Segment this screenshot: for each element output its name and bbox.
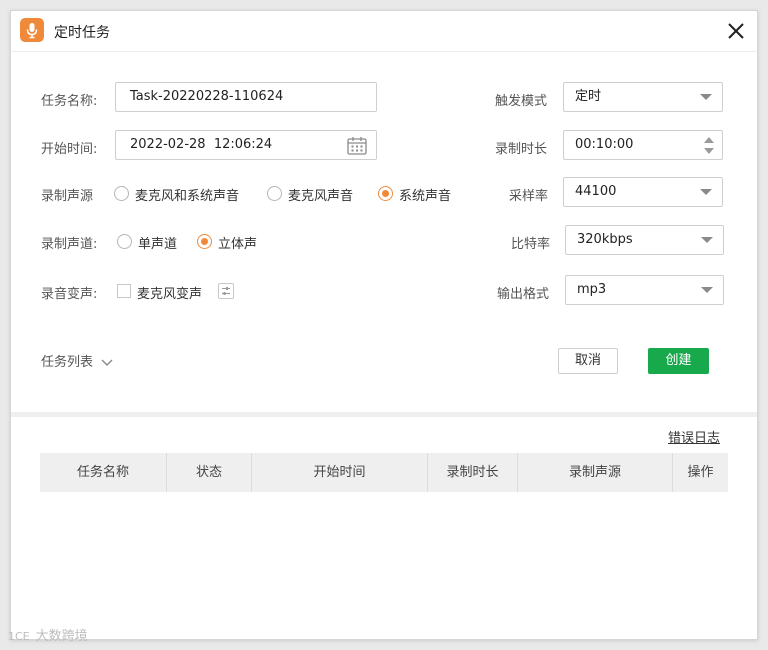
column-header[interactable]: 任务名称 <box>40 453 167 492</box>
radio-source-mic-and-system[interactable] <box>114 186 129 201</box>
chevron-down-icon <box>700 189 712 195</box>
trigger-mode-value: 定时 <box>575 89 602 104</box>
format-value: mp3 <box>577 282 607 297</box>
radio-channel-mono[interactable] <box>117 234 132 249</box>
microphone-icon <box>20 18 44 42</box>
source-option-label: 系统声音 <box>399 189 452 204</box>
chevron-down-icon <box>700 94 712 100</box>
task-name-label: 任务名称: <box>41 94 98 109</box>
duration-label: 录制时长 <box>495 142 548 157</box>
chevron-down-icon <box>701 287 713 293</box>
voice-change-checkbox[interactable] <box>117 284 131 298</box>
source-option-label: 麦克风和系统声音 <box>135 189 240 204</box>
radio-source-system[interactable] <box>378 186 393 201</box>
chevron-down-icon <box>101 359 113 366</box>
chevron-down-icon <box>701 237 713 243</box>
spin-down-icon[interactable] <box>704 148 714 154</box>
trigger-mode-select[interactable]: 定时 <box>563 82 723 112</box>
voice-change-label: 录音变声: <box>41 287 98 302</box>
channel-label: 录制声道: <box>41 237 98 252</box>
column-header[interactable]: 录制声源 <box>518 453 673 492</box>
close-icon <box>728 23 744 39</box>
bitrate-value: 320kbps <box>577 232 633 247</box>
duration-stepper[interactable]: 00:10:00 <box>563 130 723 160</box>
watermark: 1CE 大数跨境 <box>8 629 88 644</box>
column-header[interactable]: 录制时长 <box>428 453 518 492</box>
source-label: 录制声源 <box>41 189 94 204</box>
start-time-input[interactable]: 2022-02-28 12:06:24 <box>115 130 377 160</box>
close-button[interactable] <box>727 22 745 40</box>
create-button[interactable]: 创建 <box>648 348 709 374</box>
calendar-icon[interactable] <box>347 136 367 166</box>
spin-up-icon[interactable] <box>704 137 714 143</box>
section-divider <box>11 412 757 417</box>
channel-option-label: 立体声 <box>218 237 258 252</box>
column-header[interactable]: 状态 <box>167 453 252 492</box>
task-name-input[interactable]: Task-20220228-110624 <box>115 82 377 112</box>
task-name-value: Task-20220228-110624 <box>130 89 284 104</box>
sample-rate-value: 44100 <box>575 184 617 199</box>
start-time-value: 2022-02-28 12:06:24 <box>130 137 273 152</box>
start-time-label: 开始时间: <box>41 142 98 157</box>
error-log-link[interactable]: 错误日志 <box>668 427 720 446</box>
task-table-header: 任务名称 状态 开始时间 录制时长 录制声源 操作 <box>40 453 728 492</box>
task-list-label: 任务列表 <box>41 355 94 370</box>
scheduled-task-dialog: 定时任务 任务名称: Task-20220228-110624 触发模式 定时 … <box>10 10 758 640</box>
trigger-mode-label: 触发模式 <box>495 94 548 109</box>
format-label: 输出格式 <box>497 287 550 302</box>
voice-settings-icon[interactable] <box>218 283 234 299</box>
dialog-title: 定时任务 <box>54 25 110 41</box>
sample-rate-label: 采样率 <box>509 189 549 204</box>
source-option-label: 麦克风声音 <box>288 189 354 204</box>
radio-channel-stereo[interactable] <box>197 234 212 249</box>
duration-value: 00:10:00 <box>575 137 634 152</box>
column-header[interactable]: 操作 <box>673 453 728 492</box>
bitrate-label: 比特率 <box>511 237 551 252</box>
format-select[interactable]: mp3 <box>565 275 724 305</box>
title-bar: 定时任务 <box>11 11 757 52</box>
task-list-toggle[interactable]: 任务列表 <box>41 351 113 370</box>
radio-source-mic[interactable] <box>267 186 282 201</box>
cancel-button[interactable]: 取消 <box>558 348 618 374</box>
sample-rate-select[interactable]: 44100 <box>563 177 723 207</box>
channel-option-label: 单声道 <box>138 237 178 252</box>
voice-change-option-label: 麦克风变声 <box>137 287 203 302</box>
bitrate-select[interactable]: 320kbps <box>565 225 724 255</box>
column-header[interactable]: 开始时间 <box>252 453 428 492</box>
